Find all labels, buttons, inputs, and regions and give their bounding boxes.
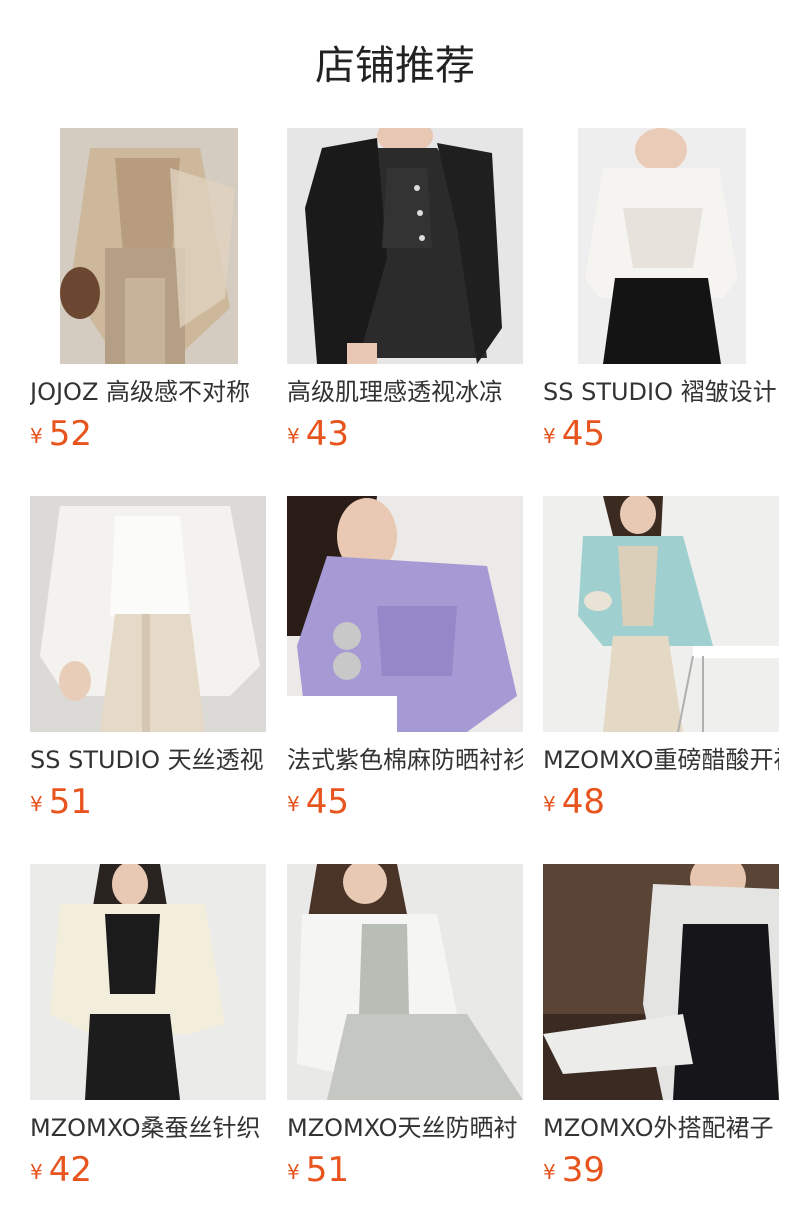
product-image[interactable] — [287, 128, 523, 364]
price-value: 39 — [561, 1150, 605, 1190]
currency-symbol: ¥ — [287, 1160, 300, 1184]
price-value: 45 — [561, 414, 605, 454]
product-card[interactable]: MZOMXO天丝防晒衬 ¥51 — [287, 864, 523, 1196]
product-image[interactable] — [30, 496, 266, 732]
currency-symbol: ¥ — [30, 424, 43, 448]
product-name[interactable]: 高级肌理感透视冰凉 — [287, 376, 523, 408]
product-card[interactable]: 法式紫色棉麻防晒衬衫 ¥45 — [287, 496, 523, 828]
product-price: ¥43 — [287, 414, 523, 460]
product-card[interactable]: MZOMXO重磅醋酸开衫 ¥48 — [543, 496, 779, 828]
product-name[interactable]: MZOMXO外搭配裙子 — [543, 1112, 779, 1144]
product-image[interactable] — [543, 864, 779, 1100]
product-name[interactable]: JOJOZ 高级感不对称 — [30, 376, 266, 408]
product-image[interactable] — [30, 128, 266, 364]
currency-symbol: ¥ — [287, 792, 300, 816]
shop-recommend-page: 店铺推荐 JOJOZ 高级感不对称 ¥52 高级肌理感透视冰凉 ¥ 43 SS … — [0, 0, 790, 1232]
product-card[interactable]: 高级肌理感透视冰凉 ¥43 — [287, 128, 523, 460]
product-name[interactable]: SS STUDIO 天丝透视 — [30, 744, 266, 776]
price-value: 42 — [48, 1150, 92, 1190]
product-card[interactable]: JOJOZ 高级感不对称 ¥52 — [30, 128, 266, 460]
currency-symbol: ¥ — [30, 792, 43, 816]
product-price: ¥45 — [287, 782, 523, 828]
product-card[interactable]: MZOMXO外搭配裙子 ¥39 — [543, 864, 779, 1196]
currency-symbol: ¥ — [543, 1160, 556, 1184]
product-name[interactable]: MZOMXO天丝防晒衬 — [287, 1112, 523, 1144]
product-card[interactable]: SS STUDIO 天丝透视 ¥51 — [30, 496, 266, 828]
product-name[interactable]: 法式紫色棉麻防晒衬衫 — [287, 744, 523, 776]
product-card[interactable]: SS STUDIO 褶皱设计 ¥45 — [543, 128, 779, 460]
product-image[interactable] — [543, 496, 779, 732]
product-image[interactable] — [30, 864, 266, 1100]
price-value: 51 — [48, 782, 92, 822]
product-price: ¥51 — [30, 782, 266, 828]
price-value: 51 — [305, 1150, 349, 1190]
product-name[interactable]: MZOMXO重磅醋酸开衫 — [543, 744, 779, 776]
product-image[interactable] — [287, 864, 523, 1100]
product-price: ¥45 — [543, 414, 779, 460]
product-card[interactable]: MZOMXO桑蚕丝针织 ¥42 — [30, 864, 266, 1196]
product-name[interactable]: SS STUDIO 褶皱设计 — [543, 376, 779, 408]
price-value: 52 — [48, 414, 92, 454]
product-image[interactable] — [287, 496, 523, 732]
section-title: 店铺推荐 — [315, 43, 475, 89]
currency-symbol: ¥ — [543, 792, 556, 816]
product-price: ¥39 — [543, 1150, 779, 1196]
currency-symbol: ¥ — [287, 424, 300, 448]
product-image[interactable] — [543, 128, 779, 364]
price-value: 43 — [305, 414, 349, 454]
product-price: ¥42 — [30, 1150, 266, 1196]
product-price: ¥52 — [30, 414, 266, 460]
currency-symbol: ¥ — [543, 424, 556, 448]
product-price: ¥48 — [543, 782, 779, 828]
currency-symbol: ¥ — [30, 1160, 43, 1184]
price-value: 48 — [561, 782, 605, 822]
price-value: 45 — [305, 782, 349, 822]
product-price: ¥51 — [287, 1150, 523, 1196]
product-name[interactable]: MZOMXO桑蚕丝针织 — [30, 1112, 266, 1144]
